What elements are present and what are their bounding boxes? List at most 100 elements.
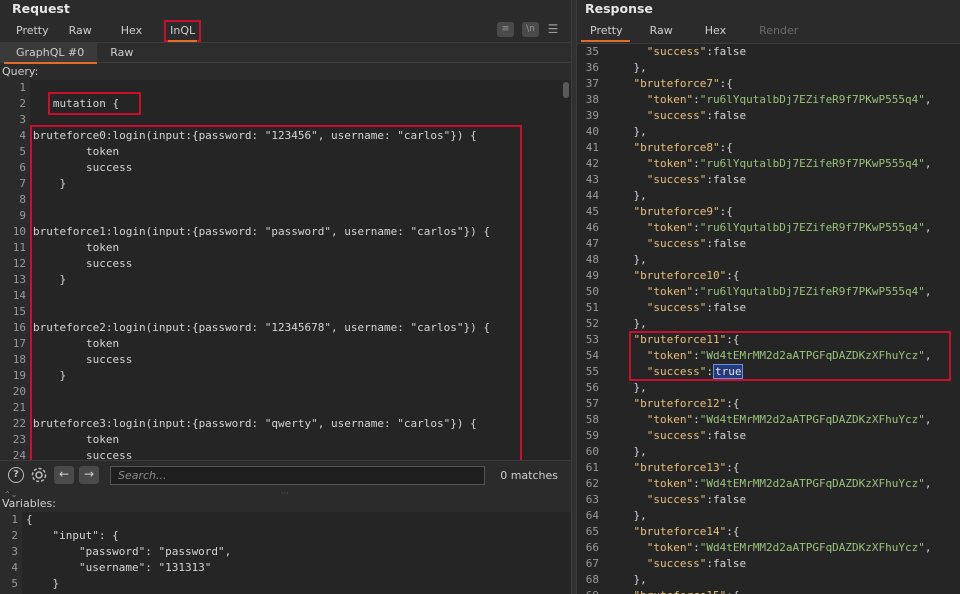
variables-editor[interactable]: 1 {2 "input": {3 "password": "password", 4… [0, 512, 571, 594]
line-number: 40 [585, 125, 599, 138]
line-number: 62 [585, 477, 599, 490]
request-toolbar: ≡ \n ☰ [497, 22, 559, 37]
subtab-graphql[interactable]: GraphQL #0 [0, 43, 98, 64]
line-number: 50 [585, 285, 599, 298]
line-number: 48 [585, 253, 599, 266]
query-editor[interactable]: 12 mutation {3 4 bruteforce0:login(input:{… [0, 80, 571, 460]
query-code: token [33, 433, 120, 446]
response-code: "success":false [646, 173, 747, 186]
response-code: "bruteforce8":{ [633, 141, 733, 154]
response-code: }, [607, 445, 647, 458]
tab-hex[interactable]: Hex [684, 20, 737, 42]
query-code: success [33, 353, 133, 366]
tab-render: Render [759, 24, 799, 37]
line-number: 69 [577, 588, 599, 594]
line-number: 57 [585, 397, 599, 410]
line-number: 47 [585, 237, 599, 250]
line-number: 55 [585, 365, 599, 378]
arrow-right-icon[interactable]: → [79, 466, 99, 484]
response-code: "token":"Wd4tEMrMM2d2aATPGFqDAZDKzXFhuYc… [646, 349, 932, 362]
response-code: "success":false [646, 301, 747, 314]
response-code: }, [607, 61, 647, 74]
response-code: }, [607, 317, 647, 330]
line-number: 64 [585, 509, 599, 522]
subtab-raw[interactable]: Raw [97, 43, 146, 63]
line-number: 2 [11, 529, 18, 542]
line-number: 41 [585, 141, 599, 154]
line-number: 11 [12, 241, 26, 254]
success-value: false [712, 493, 747, 506]
success-value: false [712, 109, 747, 122]
line-number: 6 [19, 161, 26, 174]
success-value: false [712, 557, 747, 570]
query-code: success [33, 449, 133, 460]
line-number: 67 [585, 557, 599, 570]
response-code: "success":false [646, 557, 747, 570]
line-number: 54 [585, 349, 599, 362]
line-number: 58 [585, 413, 599, 426]
tab-raw[interactable]: Raw [59, 20, 102, 42]
line-number: 1 [19, 81, 26, 94]
response-panel: Response Pretty Raw Hex Render 35 "succe… [577, 0, 960, 594]
line-number: 51 [585, 301, 599, 314]
line-number: 5 [19, 145, 26, 158]
tab-raw[interactable]: Raw [634, 20, 684, 42]
arrow-left-icon[interactable]: ← [54, 466, 74, 484]
response-code: "success": true [646, 364, 744, 379]
tab-hex[interactable]: Hex [102, 20, 152, 42]
search-input[interactable] [110, 466, 485, 485]
response-code: "success":false [646, 237, 747, 250]
response-title: Response [585, 1, 653, 16]
line-number: 65 [585, 525, 599, 538]
variables-code: "input": { [26, 529, 119, 542]
query-code: token [33, 145, 120, 158]
response-code: "bruteforce9":{ [633, 205, 733, 218]
line-number: 39 [585, 109, 599, 122]
response-code: "success":false [646, 493, 747, 506]
query-code: success [33, 257, 133, 270]
line-number: 36 [585, 61, 599, 74]
line-number: 61 [585, 461, 599, 474]
query-code: bruteforce1:login(input:{password: "pass… [33, 225, 490, 238]
success-value: false [712, 237, 747, 250]
line-number: 12 [12, 257, 26, 270]
response-code: "success":false [646, 109, 747, 122]
match-count: 0 matches [500, 469, 558, 482]
request-panel: Request Pretty Raw Hex InQL ≡ \n ☰ Graph… [0, 0, 571, 594]
response-editor[interactable]: 35 "success":false 36 }, 37 "bruteforce7":… [577, 43, 960, 594]
line-number: 22 [12, 417, 26, 430]
help-icon[interactable]: ? [8, 467, 24, 483]
line-number: 44 [585, 189, 599, 202]
response-code: }, [607, 509, 647, 522]
tab-inql[interactable]: InQL [164, 20, 202, 42]
gear-icon[interactable] [30, 466, 48, 484]
response-code: }, [607, 125, 647, 138]
response-code: }, [607, 253, 647, 266]
response-code: "bruteforce14":{ [633, 525, 740, 538]
line-number: 10 [12, 225, 26, 238]
success-value: false [712, 429, 747, 442]
response-code: "token":"ru6lYqutalbDj7EZifeR9f7PKwP555q… [646, 93, 932, 106]
svg-text:···: ··· [281, 489, 289, 498]
line-number: 37 [585, 77, 599, 90]
wrap-lines-icon[interactable]: ≡ [497, 22, 514, 37]
query-scrollbar[interactable] [563, 82, 569, 98]
response-code: }, [607, 573, 647, 586]
query-code: bruteforce2:login(input:{password: "1234… [33, 321, 490, 334]
response-code: "bruteforce12":{ [633, 397, 740, 410]
newline-icon[interactable]: \n [522, 22, 539, 37]
menu-icon[interactable]: ☰ [547, 22, 559, 37]
query-code: bruteforce0:login(input:{password: "1234… [33, 129, 477, 142]
query-label: Query: [2, 65, 39, 78]
success-value: false [712, 173, 747, 186]
tab-pretty[interactable]: Pretty [0, 20, 59, 42]
resize-handle[interactable]: ⌃⌄ ··· [0, 488, 571, 499]
line-number: 42 [585, 157, 599, 170]
line-number: 5 [11, 577, 18, 590]
line-number: 45 [585, 205, 599, 218]
line-number: 16 [12, 321, 26, 334]
line-number: 18 [12, 353, 26, 366]
query-code: bruteforce3:login(input:{password: "qwer… [33, 417, 477, 430]
tab-pretty[interactable]: Pretty [577, 20, 634, 42]
line-number: 20 [12, 385, 26, 398]
